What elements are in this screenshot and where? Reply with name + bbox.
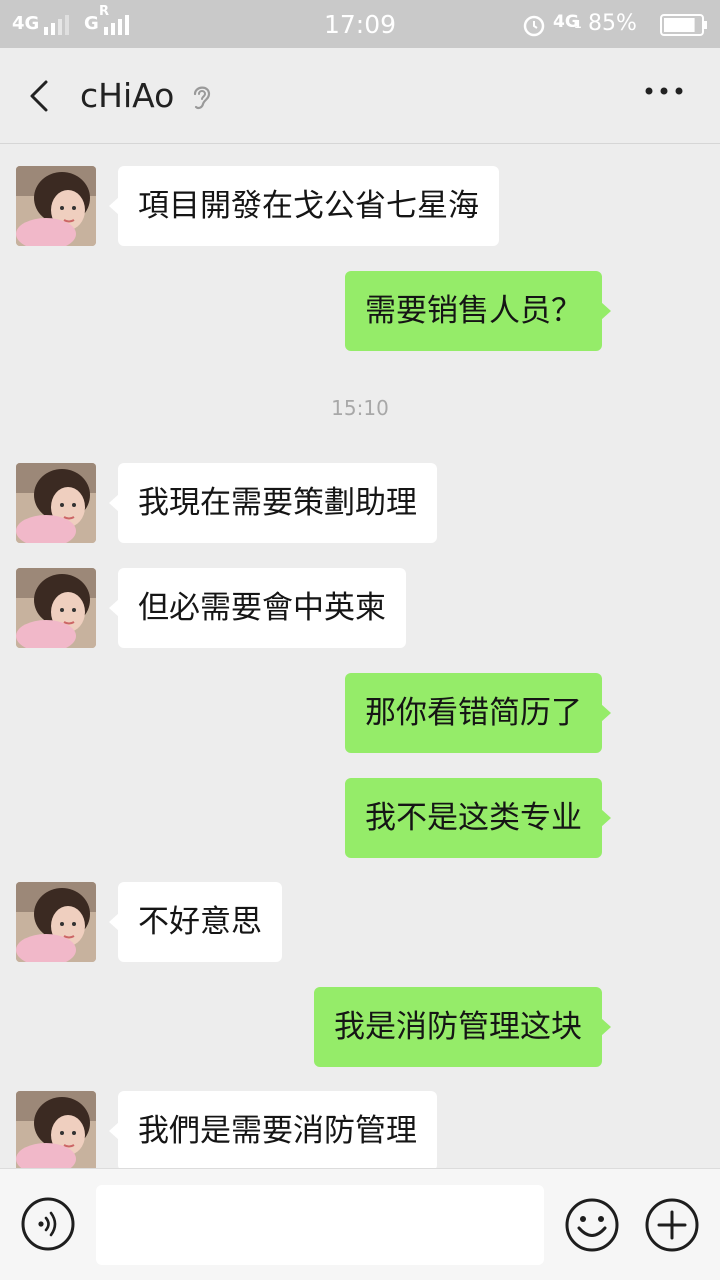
message-timestamp: 15:10 [331,396,389,420]
avatar-image [16,882,96,962]
sim-slot: 1 [574,18,582,31]
message-bubble[interactable]: 需要销售人员？ [345,271,611,351]
message-bubble[interactable]: 那你看错简历了 [345,673,611,753]
chat-header: cHiAo [0,48,720,144]
message-bubble[interactable]: 我不是这类专业 [345,778,611,858]
message-bubble[interactable]: 不好意思 [109,882,282,962]
ear-icon [193,86,211,110]
alarm-icon [523,15,545,37]
message-bubble[interactable]: 但必需要會中英柬 [109,568,406,648]
back-arrow-icon[interactable] [22,78,58,114]
battery-icon [660,14,707,36]
avatar[interactable] [16,882,96,962]
input-bar [0,1168,720,1280]
message-bubble[interactable]: 我現在需要策劃助理 [109,463,437,543]
avatar[interactable] [16,568,96,648]
avatar-image [16,463,96,543]
message-bubble[interactable]: 我是消防管理这块 [314,987,611,1067]
avatar-image [16,166,96,246]
message-input[interactable] [96,1185,544,1265]
status-bar: 4G G R 17:09 4G 1 85% [0,0,720,48]
more-icon[interactable] [644,86,684,96]
emoji-icon[interactable] [564,1197,620,1253]
avatar-image [16,1091,96,1168]
avatar[interactable] [16,463,96,543]
avatar[interactable] [16,1091,96,1168]
avatar[interactable] [16,166,96,246]
plus-icon[interactable] [644,1197,700,1253]
battery-percent: 85% [588,11,637,36]
message-bubble[interactable]: 我們是需要消防管理 [109,1091,437,1168]
chat-title[interactable]: cHiAo [80,76,174,115]
chat-message-list[interactable]: 項目開發在戈公省七星海 需要销售人员？ 15:10 我現在需要策劃助理 但必需要… [0,144,720,1168]
avatar-image [16,568,96,648]
voice-icon[interactable] [20,1196,76,1252]
message-bubble[interactable]: 項目開發在戈公省七星海 [109,166,499,246]
